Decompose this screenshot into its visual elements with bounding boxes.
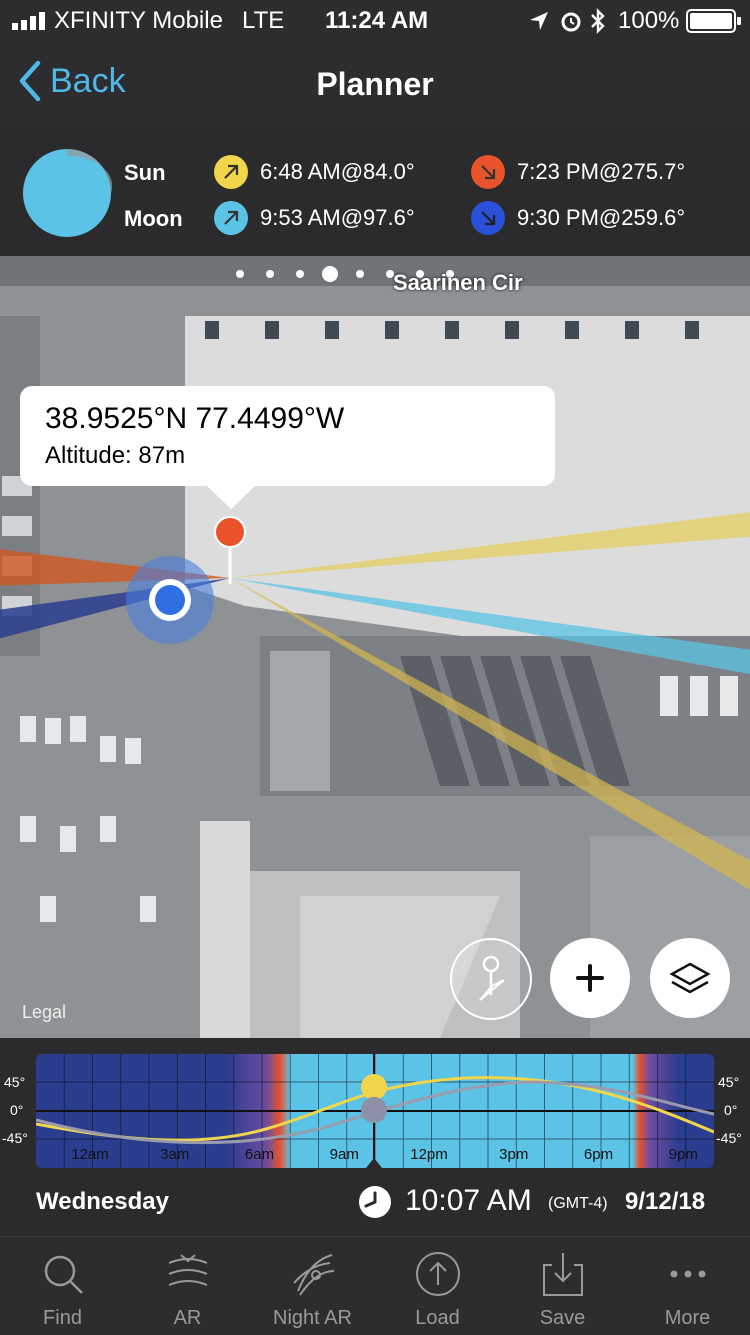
- hour-label: 9am: [329, 1146, 359, 1163]
- legal-link[interactable]: Legal: [22, 1002, 66, 1023]
- timezone: (GMT-4): [548, 1195, 608, 1212]
- tab-label: Find: [43, 1307, 82, 1329]
- y-label-minus45-left: -45°: [2, 1130, 28, 1146]
- pin-head[interactable]: [214, 516, 248, 550]
- alarm-icon: [561, 12, 581, 32]
- tab-find[interactable]: Find: [0, 1237, 125, 1335]
- tab-label: More: [664, 1307, 711, 1329]
- y-label-45-left: 45°: [4, 1074, 26, 1090]
- sunrise-time: 6:48 AM@84.0°: [260, 159, 415, 184]
- day-of-week: Wednesday: [36, 1188, 169, 1215]
- tab-label: Night AR: [273, 1307, 352, 1329]
- pin-location-button[interactable]: [450, 938, 532, 1020]
- tab-load[interactable]: Load: [375, 1237, 500, 1335]
- hour-label: 3am: [160, 1146, 190, 1163]
- search-icon: [44, 1255, 83, 1294]
- moonset-arrow-icon: [471, 201, 505, 235]
- layers-icon: [669, 962, 711, 994]
- tab-label: Save: [539, 1307, 586, 1329]
- night-ar-icon: [293, 1254, 335, 1296]
- clock: 11:24 AM: [325, 7, 429, 34]
- location-arrow-icon: [530, 12, 548, 30]
- sunset-time: 7:23 PM@275.7°: [517, 159, 686, 184]
- pin-compass-icon: [479, 955, 505, 1001]
- moon-phase-icon: [23, 149, 112, 237]
- hour-label: 12am: [71, 1146, 109, 1163]
- page-dot: [266, 270, 274, 278]
- tab-bar: Find AR Night AR Load Save More: [0, 1236, 750, 1335]
- hour-label: 12pm: [410, 1146, 448, 1163]
- satellite-map[interactable]: Saarinen Cir 38.9525°N 77.4499°W Altitud…: [0, 256, 750, 1038]
- tab-ar[interactable]: AR: [125, 1237, 250, 1335]
- sunset-arrow-icon: [471, 155, 505, 189]
- page-dot: [296, 270, 304, 278]
- page-dot-active: [322, 266, 338, 282]
- save-icon: [543, 1253, 583, 1296]
- tab-save[interactable]: Save: [500, 1237, 625, 1335]
- selected-time[interactable]: 10:07 AM: [405, 1184, 532, 1218]
- moonrise-event: 9:53 AM@97.6°: [214, 201, 415, 235]
- page-dot: [236, 270, 244, 278]
- y-label-minus45-right: -45°: [716, 1130, 742, 1146]
- plus-icon: [576, 964, 604, 992]
- battery-icon: [686, 9, 741, 33]
- status-bar: XFINITY Mobile LTE 11:24 AM 100%: [0, 0, 750, 42]
- coordinates-text: 38.9525°N 77.4499°W: [45, 402, 345, 435]
- tab-night-ar[interactable]: Night AR: [250, 1237, 375, 1335]
- location-callout[interactable]: 38.9525°N 77.4499°W Altitude: 87m: [20, 386, 555, 486]
- map-imagery: [0, 256, 750, 1038]
- moonrise-time: 9:53 AM@97.6°: [260, 205, 415, 230]
- battery-percent: 100%: [618, 7, 680, 34]
- bluetooth-icon: [591, 8, 605, 34]
- moon-label: Moon: [124, 206, 183, 231]
- network-type: LTE: [242, 7, 285, 34]
- sunrise-event: 6:48 AM@84.0°: [214, 155, 415, 189]
- carrier-name: XFINITY Mobile: [54, 7, 223, 34]
- hour-label: 6pm: [583, 1146, 614, 1163]
- street-label: Saarinen Cir: [393, 270, 523, 295]
- hour-label: 9pm: [668, 1146, 698, 1163]
- sun-moon-info-panel: Sun Moon 6:48 AM@84.0° 7:23 PM@275.7° 9:…: [0, 128, 750, 256]
- hour-label: 3pm: [499, 1146, 529, 1163]
- moonrise-arrow-icon: [214, 201, 248, 235]
- more-icon: [670, 1270, 706, 1278]
- load-icon: [416, 1252, 460, 1296]
- page-title: Planner: [316, 66, 434, 102]
- y-label-45-right: 45°: [718, 1074, 740, 1090]
- clock-icon[interactable]: [358, 1185, 392, 1219]
- sun-label: Sun: [124, 160, 166, 185]
- moonset-time: 9:30 PM@259.6°: [517, 205, 686, 230]
- sunset-event: 7:23 PM@275.7°: [471, 155, 685, 189]
- signal-icon: [12, 12, 45, 30]
- map-layers-button[interactable]: [650, 938, 730, 1018]
- page-dot: [356, 270, 364, 278]
- y-label-0-right: 0°: [724, 1102, 738, 1118]
- tab-more[interactable]: More: [625, 1237, 750, 1335]
- moonset-event: 9:30 PM@259.6°: [471, 201, 685, 235]
- tab-label: Load: [415, 1307, 460, 1329]
- tab-label: AR: [173, 1307, 202, 1329]
- day-chart[interactable]: 12am 3am 6am 9am 12pm 3pm 6pm 9pm: [36, 1054, 714, 1168]
- hour-label: 6am: [244, 1146, 275, 1163]
- altitude-text: Altitude: 87m: [45, 442, 186, 469]
- callout-pointer: [206, 485, 256, 509]
- y-label-0-left: 0°: [10, 1102, 24, 1118]
- timeline-panel: 12am 3am 6am 9am 12pm 3pm 6pm 9pm 45° 0° -45° 4…: [0, 1038, 750, 1234]
- add-pin-button[interactable]: [550, 938, 630, 1018]
- nav-bar: Back Planner: [0, 42, 750, 128]
- sunrise-arrow-icon: [214, 155, 248, 189]
- ar-icon: [168, 1254, 208, 1286]
- selected-date[interactable]: 9/12/18: [625, 1188, 705, 1216]
